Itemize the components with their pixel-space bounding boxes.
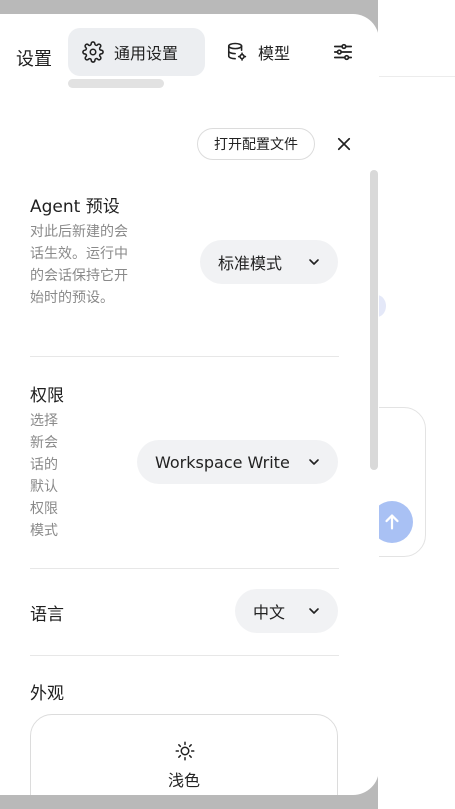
gear-icon bbox=[82, 41, 104, 63]
tab-label: 通用设置 bbox=[114, 44, 179, 63]
section-divider bbox=[30, 655, 339, 656]
sun-icon bbox=[175, 741, 195, 761]
tab-scrollbar[interactable] bbox=[68, 79, 164, 88]
theme-light-label: 浅色 bbox=[167, 771, 200, 790]
arrow-up-icon bbox=[385, 514, 399, 530]
panel-title: 设置 bbox=[16, 49, 52, 70]
tab-label: 模型 bbox=[258, 44, 291, 63]
section-divider bbox=[30, 356, 339, 357]
database-gear-icon bbox=[227, 42, 247, 61]
background-app bbox=[378, 0, 455, 809]
content-scrollbar[interactable] bbox=[370, 170, 378, 470]
language-value: 中文 bbox=[253, 603, 286, 622]
appearance-title: 外观 bbox=[30, 684, 64, 704]
chevron-down-icon bbox=[309, 459, 319, 465]
theme-light-option[interactable]: 浅色 bbox=[30, 714, 338, 795]
close-icon bbox=[337, 137, 351, 151]
chevron-down-icon bbox=[309, 259, 319, 265]
tab-model[interactable]: 模型 bbox=[216, 28, 316, 76]
agent-preset-select[interactable]: 标准模式 bbox=[200, 240, 338, 284]
permission-value: Workspace Write bbox=[155, 452, 290, 472]
permission-select[interactable]: Workspace Write bbox=[137, 440, 338, 484]
agent-preset-title: Agent 预设 bbox=[30, 197, 120, 217]
language-title: 语言 bbox=[30, 605, 64, 625]
open-config-file-button[interactable]: 打开配置文件 bbox=[197, 128, 315, 160]
tab-general-settings[interactable]: 通用设置 bbox=[68, 28, 205, 76]
sliders-icon bbox=[333, 43, 353, 61]
close-button[interactable] bbox=[330, 130, 358, 158]
language-select[interactable]: 中文 bbox=[235, 589, 338, 633]
agent-preset-description: 对此后新建的会话生效。运行中的会话保持它开始时的预设。 bbox=[30, 224, 128, 306]
background-divider bbox=[378, 76, 455, 77]
permission-description: 选择新会话的默认权限模式 bbox=[30, 413, 58, 539]
agent-preset-value: 标准模式 bbox=[218, 254, 283, 273]
tab-advanced[interactable] bbox=[326, 28, 379, 76]
chevron-down-icon bbox=[309, 608, 319, 614]
settings-panel: 设置 通用设置 模型 打开配置文件 Agent 预设 对此后新建的会话生效。运行… bbox=[0, 14, 379, 795]
section-divider bbox=[30, 568, 339, 569]
permission-title: 权限 bbox=[30, 386, 64, 406]
